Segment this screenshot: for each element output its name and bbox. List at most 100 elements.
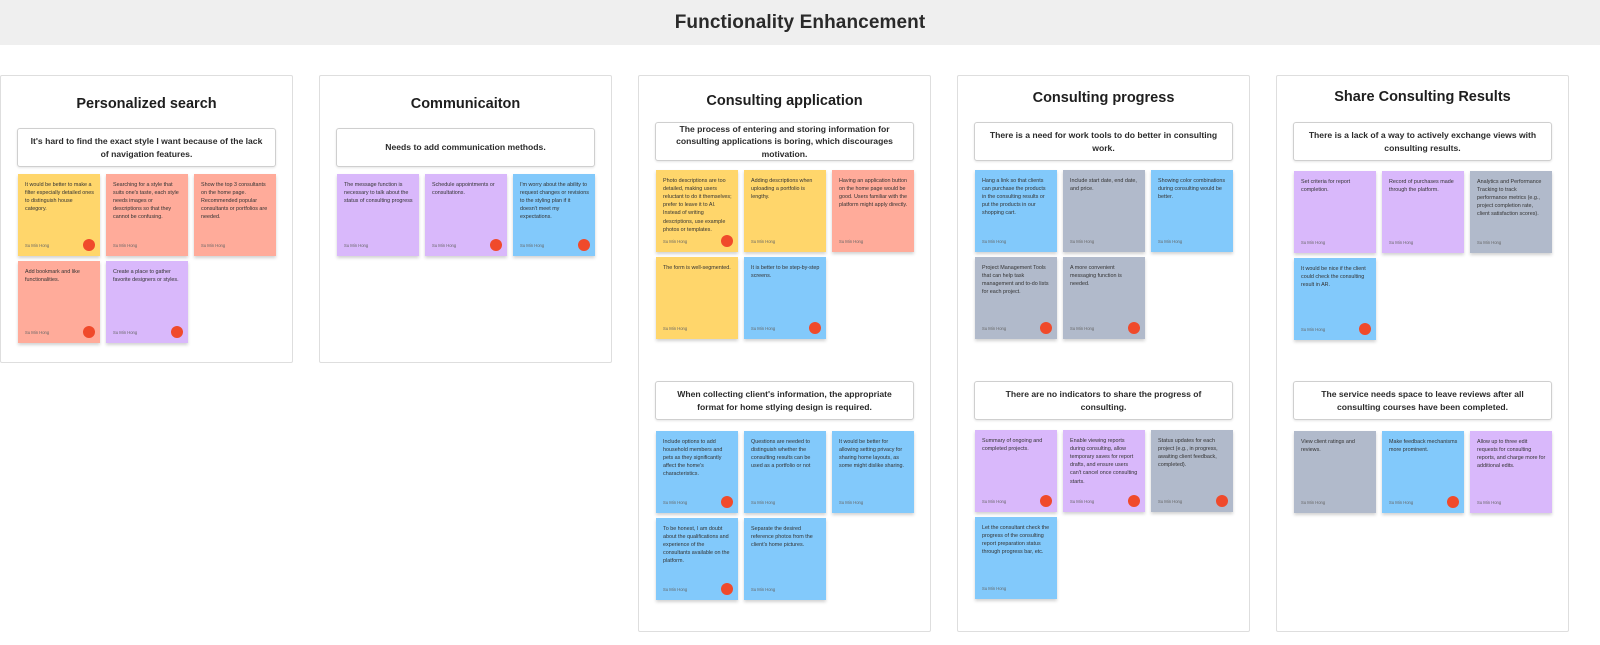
problem-statement-card[interactable]: There are no indicators to share the pro… <box>974 381 1233 420</box>
sticky-note-author: Su Min Hong <box>1301 499 1326 505</box>
sticky-note[interactable]: Questions are needed to distinguish whet… <box>744 431 826 513</box>
sticky-note-author: Su Min Hong <box>1389 239 1414 245</box>
problem-statement-card[interactable]: There is a lack of a way to actively exc… <box>1293 122 1552 161</box>
sticky-note-text: It would be better for allowing setting … <box>839 439 905 470</box>
sticky-note-author: Su Min Hong <box>1070 498 1095 504</box>
sticky-note-text: Add bookmark and like functionalities. <box>25 269 80 284</box>
sticky-note[interactable]: Showing color combinations during consul… <box>1151 170 1233 252</box>
sticky-note-text: Searching for a style that suits one's t… <box>113 182 179 221</box>
sticky-note[interactable]: Searching for a style that suits one's t… <box>106 174 188 256</box>
sticky-note[interactable]: Create a place to gather favorite design… <box>106 261 188 343</box>
sticky-note-text: Showing color combinations during consul… <box>1158 178 1226 201</box>
sticky-note-text: Project Management Tools that can help t… <box>982 265 1049 296</box>
sticky-note-text: Include start date, end date, and price. <box>1070 178 1137 193</box>
sticky-note-author: Su Min Hong <box>25 329 50 335</box>
sticky-note[interactable]: Hang a link so that clients can purchase… <box>975 170 1057 252</box>
sticky-note-author: Su Min Hong <box>751 586 776 592</box>
board-title: Functionality Enhancement <box>674 11 926 33</box>
vote-dot-icon <box>578 239 590 251</box>
vote-dot-icon <box>721 496 733 508</box>
sticky-note-text: Analytics and Performance Tracking to tr… <box>1477 179 1542 218</box>
sticky-note-text: Schedule appointments or consultations. <box>432 182 495 197</box>
sticky-note-author: Su Min Hong <box>751 499 776 505</box>
sticky-note[interactable]: The form is well-segmented. Su Min Hong <box>656 257 738 339</box>
vote-dot-icon <box>1128 495 1140 507</box>
sticky-note[interactable]: To be honest, I am doubt about the quali… <box>656 518 738 600</box>
sticky-note[interactable]: Having an application button on the home… <box>832 170 914 252</box>
vote-dot-icon <box>490 239 502 251</box>
vote-dot-icon <box>83 239 95 251</box>
sticky-note-text: Adding descriptions when uploading a por… <box>751 178 813 201</box>
sticky-note-text: Separate the desired reference photos fr… <box>751 526 813 549</box>
sticky-note[interactable]: Schedule appointments or consultations. S… <box>425 174 507 256</box>
sticky-note-author: Su Min Hong <box>663 238 688 244</box>
sticky-note-author: Su Min Hong <box>1158 238 1183 244</box>
sticky-note-text: Hang a link so that clients can purchase… <box>982 178 1046 217</box>
sticky-note[interactable]: Make feedback mechanisms more prominent.… <box>1382 431 1464 513</box>
sticky-note[interactable]: Record of purchases made through the pla… <box>1382 171 1464 253</box>
sticky-note[interactable]: It is better to be step-by-step screens.… <box>744 257 826 339</box>
sticky-note[interactable]: Photo descriptions are too detailed, mak… <box>656 170 738 252</box>
vote-dot-icon <box>83 326 95 338</box>
sticky-note[interactable]: It would be nice if the client could che… <box>1294 258 1376 340</box>
sticky-note[interactable]: Analytics and Performance Tracking to tr… <box>1470 171 1552 253</box>
sticky-note-author: Su Min Hong <box>1477 499 1502 505</box>
section-title: Personalized search <box>76 96 217 112</box>
sticky-note[interactable]: Enable viewing reports during consulting… <box>1063 430 1145 512</box>
sticky-note-author: Su Min Hong <box>839 499 864 505</box>
sticky-note[interactable]: Adding descriptions when uploading a por… <box>744 170 826 252</box>
sticky-note-text: Having an application button on the home… <box>839 178 908 209</box>
sticky-note[interactable]: Status updates for each project (e.g., i… <box>1151 430 1233 512</box>
sticky-note[interactable]: Include start date, end date, and price.… <box>1063 170 1145 252</box>
sticky-note-text: Questions are needed to distinguish whet… <box>751 439 811 470</box>
sticky-note-text: Photo descriptions are too detailed, mak… <box>663 178 732 233</box>
board-title-bar: Functionality Enhancement <box>0 0 1600 45</box>
sticky-note-author: Su Min Hong <box>751 238 776 244</box>
sticky-note[interactable]: Show the top 3 consultants on the home p… <box>194 174 276 256</box>
sticky-note[interactable]: Set criteria for report completion. Su Mi… <box>1294 171 1376 253</box>
vote-dot-icon <box>721 235 733 247</box>
sticky-note-text: Include options to add household members… <box>663 439 723 478</box>
sticky-note[interactable]: I'm worry about the ability to request c… <box>513 174 595 256</box>
sticky-note-author: Su Min Hong <box>520 242 545 248</box>
sticky-note-text: Allow up to three edit requests for cons… <box>1477 439 1546 470</box>
sticky-note[interactable]: Let the consultant check the progress of… <box>975 517 1057 599</box>
problem-statement-card[interactable]: When collecting client's information, th… <box>655 381 914 420</box>
sticky-note-text: It would be nice if the client could che… <box>1301 266 1366 289</box>
sticky-note[interactable]: Add bookmark and like functionalities. Su… <box>18 261 100 343</box>
sticky-note[interactable]: View client ratings and reviews. Su Min H… <box>1294 431 1376 513</box>
sticky-note[interactable]: Allow up to three edit requests for cons… <box>1470 431 1552 513</box>
sticky-note-author: Su Min Hong <box>1158 498 1183 504</box>
problem-statement-card[interactable]: Needs to add communication methods. <box>336 128 595 167</box>
sticky-note[interactable]: It would be better for allowing setting … <box>832 431 914 513</box>
sticky-note-text: Make feedback mechanisms more prominent. <box>1389 439 1458 454</box>
sticky-note-text: Let the consultant check the progress of… <box>982 525 1050 556</box>
sticky-note[interactable]: Summary of ongoing and completed project… <box>975 430 1057 512</box>
sticky-note-text: Create a place to gather favorite design… <box>113 269 179 284</box>
problem-statement-card[interactable]: The service needs space to leave reviews… <box>1293 381 1552 420</box>
sticky-note-author: Su Min Hong <box>1070 238 1095 244</box>
problem-statement-card[interactable]: There is a need for work tools to do bet… <box>974 122 1233 161</box>
sticky-note[interactable]: Project Management Tools that can help t… <box>975 257 1057 339</box>
problem-statement-card[interactable]: The process of entering and storing info… <box>655 122 914 161</box>
sticky-note-text: It would be better to make a filter espe… <box>25 182 94 213</box>
sticky-note-author: Su Min Hong <box>1389 499 1414 505</box>
sticky-note-text: I'm worry about the ability to request c… <box>520 182 589 221</box>
sticky-note[interactable]: Separate the desired reference photos fr… <box>744 518 826 600</box>
sticky-note-author: Su Min Hong <box>1301 239 1326 245</box>
sticky-note-author: Su Min Hong <box>663 499 688 505</box>
sticky-note[interactable]: The message function is necessary to tal… <box>337 174 419 256</box>
sticky-note[interactable]: It would be better to make a filter espe… <box>18 174 100 256</box>
sticky-note[interactable]: A more convenient messaging function is … <box>1063 257 1145 339</box>
sticky-note-text: A more convenient messaging function is … <box>1070 265 1122 288</box>
sticky-note-text: View client ratings and reviews. <box>1301 439 1355 454</box>
sticky-note-text: Set criteria for report completion. <box>1301 179 1351 194</box>
section-title: Consulting application <box>706 93 863 109</box>
sticky-note[interactable]: Include options to add household members… <box>656 431 738 513</box>
sticky-note-text: To be honest, I am doubt about the quali… <box>663 526 730 565</box>
sticky-note-author: Su Min Hong <box>201 242 226 248</box>
vote-dot-icon <box>1216 495 1228 507</box>
sticky-note-author: Su Min Hong <box>1301 326 1326 332</box>
vote-dot-icon <box>1040 495 1052 507</box>
problem-statement-card[interactable]: It's hard to find the exact style I want… <box>17 128 276 167</box>
